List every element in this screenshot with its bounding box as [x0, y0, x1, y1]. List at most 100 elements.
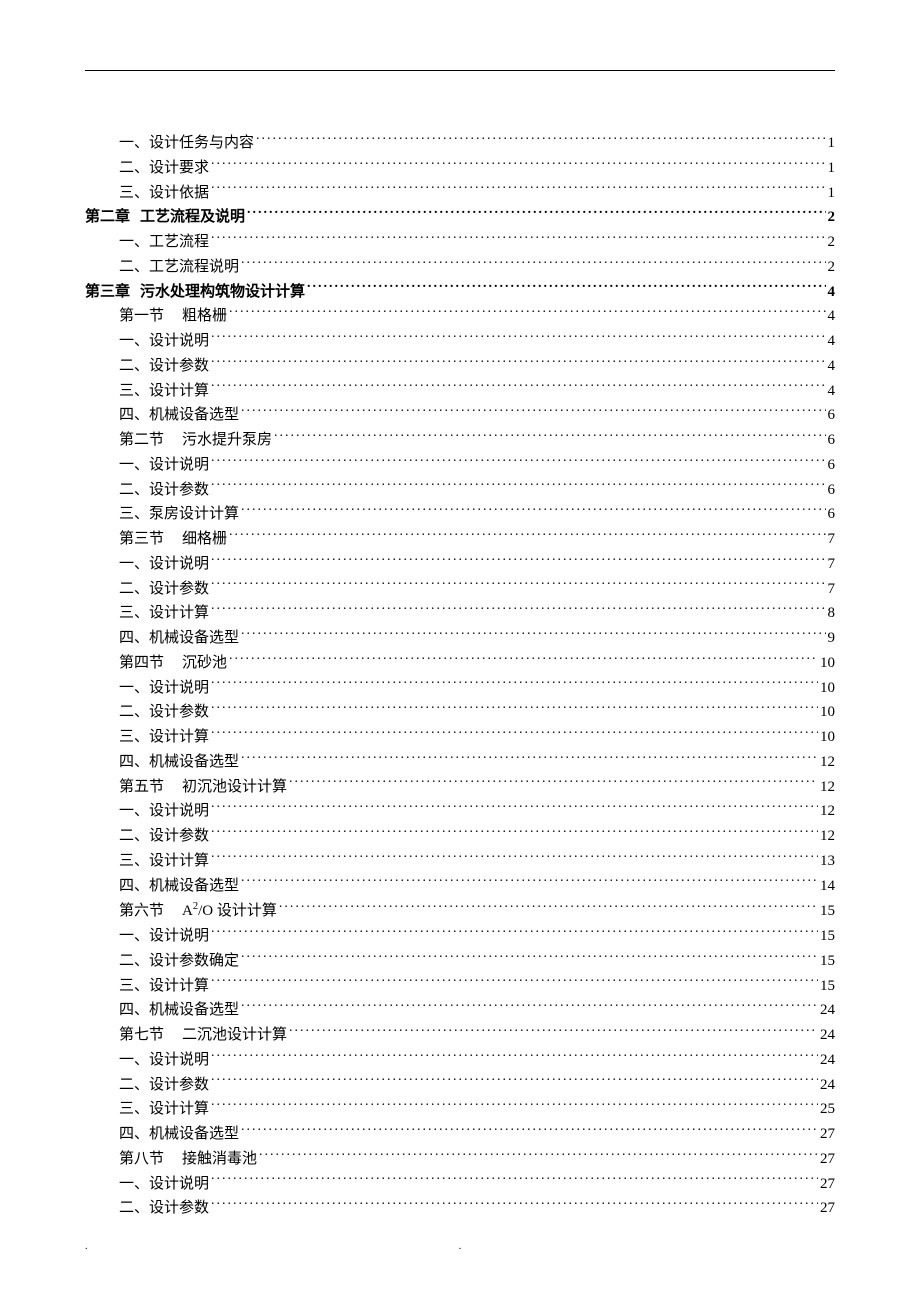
toc-entry-text: 沉砂池: [182, 655, 227, 671]
toc-entry-label: 第八节接触消毒池: [119, 1147, 257, 1172]
toc-entry: 三、设计计算25: [119, 1097, 835, 1122]
toc-entry: 第一节粗格栅4: [119, 304, 835, 329]
toc-entry-label: 四、机械设备选型: [119, 750, 239, 775]
toc-entry: 二、设计参数12: [119, 824, 835, 849]
toc-entry-page: 1: [828, 131, 836, 156]
toc-entry-page: 27: [820, 1196, 835, 1221]
toc-leader-dots: [229, 652, 818, 667]
toc-entry-page: 4: [828, 280, 836, 305]
toc-entry-text: 三、设计计算: [119, 605, 209, 621]
toc-leader-dots: [289, 1024, 818, 1039]
toc-entry-label: 三、设计计算: [119, 601, 209, 626]
toc-leader-dots: [211, 578, 825, 593]
toc-entry-label: 一、设计说明: [119, 552, 209, 577]
toc-entry: 三、设计计算 13: [119, 849, 835, 874]
toc-entry: 第八节接触消毒池27: [119, 1147, 835, 1172]
toc-leader-dots: [241, 503, 825, 518]
toc-entry-text: 一、设计说明: [119, 333, 209, 349]
toc-entry-label: 四、机械设备选型: [119, 998, 239, 1023]
toc-entry: 二、工艺流程说明2: [119, 255, 835, 280]
toc-entry-text: 二、设计要求: [119, 160, 209, 176]
toc-entry-prefix: 第七节: [119, 1023, 164, 1048]
toc-entry-text: 细格栅: [182, 531, 227, 547]
toc-leader-dots: [241, 999, 818, 1014]
toc-entry-label: 一、设计任务与内容: [119, 131, 254, 156]
toc-entry: 第二节污水提升泵房 6: [119, 428, 835, 453]
toc-leader-dots: [211, 1173, 818, 1188]
toc-entry: 四、机械设备选型27: [119, 1122, 835, 1147]
toc-entry-label: 第二章工艺流程及说明: [85, 205, 245, 230]
toc-entry-text: 二、设计参数: [119, 358, 209, 374]
toc-entry-prefix: 第二章: [85, 205, 130, 230]
toc-entry: 第三节细格栅7: [119, 527, 835, 552]
toc-entry-label: 第六节A2/O 设计计算: [119, 898, 277, 924]
toc-entry-text: 二沉池设计计算: [182, 1027, 287, 1043]
toc-entry-label: 二、设计要求: [119, 156, 209, 181]
toc-entry-prefix: 第二节: [119, 428, 164, 453]
toc-entry-text: 一、设计任务与内容: [119, 135, 254, 151]
toc-entry: 四、机械设备选型 14: [119, 874, 835, 899]
toc-leader-dots: [241, 950, 818, 965]
toc-entry-label: 一、设计说明: [119, 1172, 209, 1197]
toc-entry-label: 二、设计参数: [119, 354, 209, 379]
toc-leader-dots: [211, 701, 818, 716]
toc-entry-prefix: 第三章: [85, 280, 130, 305]
toc-entry-page: 1: [828, 156, 836, 181]
toc-entry-page: 13: [820, 849, 835, 874]
toc-entry: 四、机械设备选型9: [119, 626, 835, 651]
toc-entry-label: 二、设计参数: [119, 700, 209, 725]
toc-entry-text: 一、工艺流程: [119, 234, 209, 250]
toc-entry-label: 一、设计说明: [119, 1048, 209, 1073]
toc-entry-label: 四、机械设备选型: [119, 874, 239, 899]
toc-leader-dots: [241, 627, 825, 642]
toc-entry-page: 7: [828, 577, 836, 602]
toc-entry-label: 二、设计参数: [119, 1196, 209, 1221]
toc-entry-text: 三、设计计算: [119, 978, 209, 994]
toc-leader-dots: [211, 1098, 818, 1113]
toc-entry-prefix: 第三节: [119, 527, 164, 552]
toc-leader-dots: [211, 182, 825, 197]
toc-entry-page: 14: [820, 874, 835, 899]
toc-entry-label: 一、设计说明: [119, 453, 209, 478]
toc-leader-dots: [211, 925, 818, 940]
toc-entry-label: 第二节污水提升泵房: [119, 428, 272, 453]
toc-leader-dots: [211, 231, 825, 246]
toc-leader-dots: [211, 553, 825, 568]
toc-leader-dots: [241, 751, 818, 766]
toc-entry-page: 12: [820, 775, 835, 800]
toc-entry-page: 12: [820, 750, 835, 775]
toc-entry: 二、设计参数 7: [119, 577, 835, 602]
toc-leader-dots: [211, 726, 818, 741]
toc-entry: 三、设计计算4: [119, 379, 835, 404]
toc-entry-page: 6: [828, 428, 836, 453]
toc-leader-dots: [241, 404, 825, 419]
toc-leader-dots: [241, 875, 818, 890]
toc-entry-text: 二、工艺流程说明: [119, 259, 239, 275]
toc-entry-text: 一、设计说明: [119, 680, 209, 696]
toc-entry-text: A2/O 设计计算: [182, 903, 277, 919]
toc-entry-page: 24: [820, 1048, 835, 1073]
toc-entry-text: 四、机械设备选型: [119, 754, 239, 770]
toc-entry-text: 一、设计说明: [119, 803, 209, 819]
toc-entry: 二、设计参数 27: [119, 1196, 835, 1221]
toc-entry-text: 三、设计计算: [119, 853, 209, 869]
toc-entry-text: 三、泵房设计计算: [119, 506, 239, 522]
toc-entry: 一、设计说明 6: [119, 453, 835, 478]
toc-leader-dots: [211, 157, 825, 172]
toc-leader-dots: [211, 355, 825, 370]
toc-entry-page: 15: [820, 974, 835, 999]
toc-leader-dots: [211, 602, 825, 617]
toc-entry-label: 一、设计说明: [119, 924, 209, 949]
toc-leader-dots: [211, 825, 818, 840]
toc-entry-page: 4: [828, 354, 836, 379]
toc-entry-page: 6: [828, 453, 836, 478]
footer-center-dot: .: [459, 1241, 462, 1252]
toc-entry: 三、设计计算 15: [119, 974, 835, 999]
toc-entry-text: 四、机械设备选型: [119, 1002, 239, 1018]
toc-entry: 三、泵房设计计算6: [119, 502, 835, 527]
toc-entry-label: 四、机械设备选型: [119, 1122, 239, 1147]
toc-entry-text: 二、设计参数: [119, 581, 209, 597]
toc-entry-prefix: 第四节: [119, 651, 164, 676]
toc-entry-label: 二、设计参数: [119, 478, 209, 503]
toc-leader-dots: [211, 454, 825, 469]
